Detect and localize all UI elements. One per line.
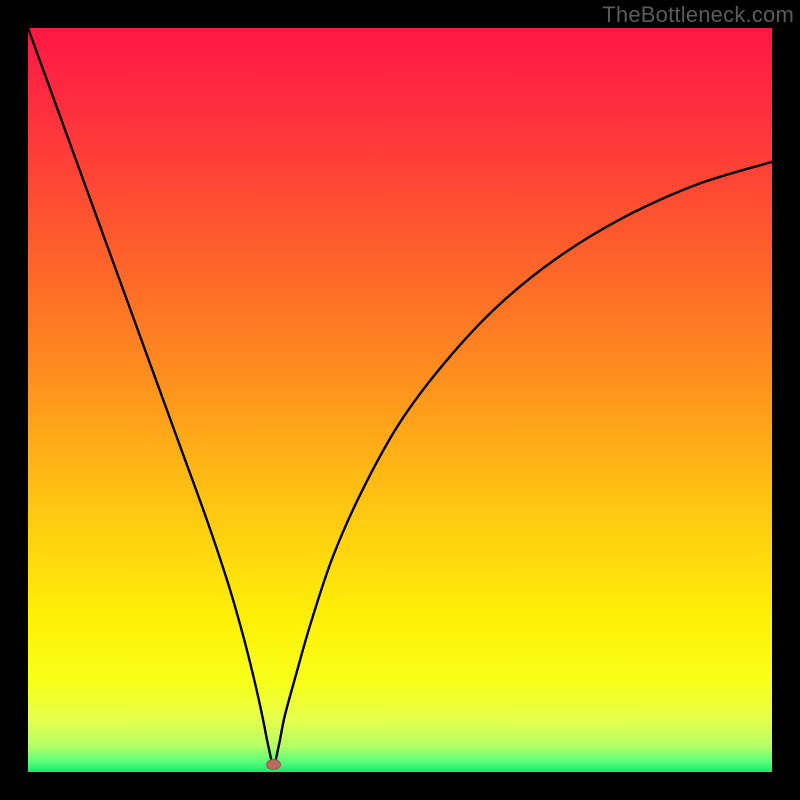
chart-frame: TheBottleneck.com [0,0,800,800]
chart-svg [28,28,772,772]
optimal-point-marker [267,760,281,770]
plot-area [28,28,772,772]
gradient-background [28,28,772,772]
watermark-text: TheBottleneck.com [602,2,794,28]
